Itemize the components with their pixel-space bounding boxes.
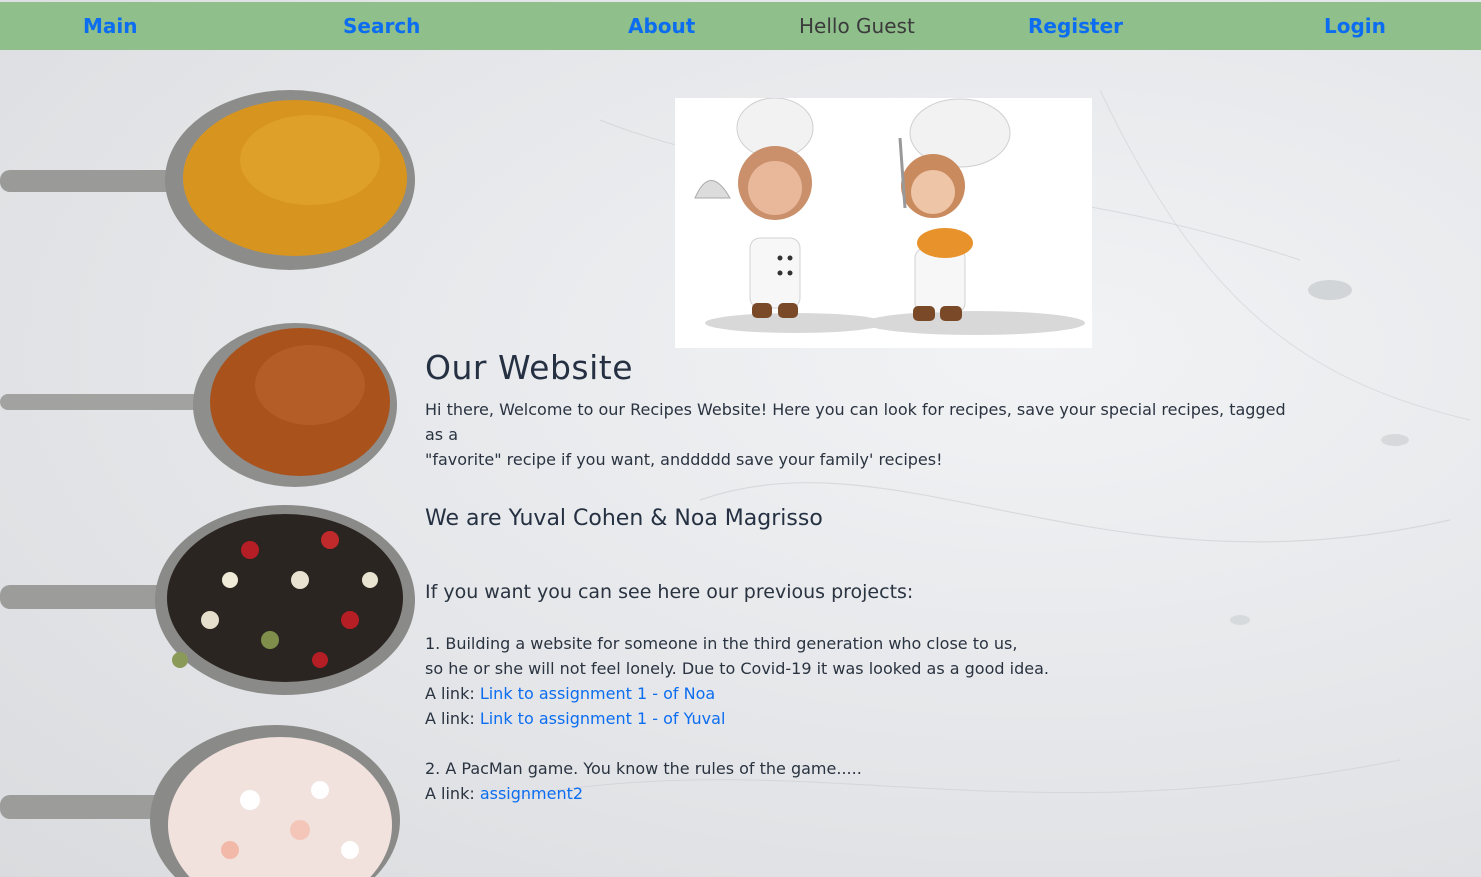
previous-projects-heading: If you want you can see here our previou… <box>425 581 914 603</box>
top-navbar: Main Search About Hello Guest Register L… <box>0 2 1481 50</box>
link-assignment2[interactable]: assignment2 <box>480 784 583 803</box>
intro-line: "favorite" recipe if you want, anddddd s… <box>425 450 943 469</box>
project1-line: so he or she will not feel lonely. Due t… <box>425 659 1049 678</box>
project2-link-row: A link: assignment2 <box>425 781 1305 806</box>
link-prefix: A link: <box>425 784 480 803</box>
projects-list: 1. Building a website for someone in the… <box>425 631 1305 806</box>
nav-main-link[interactable]: Main <box>83 14 138 38</box>
link-assignment1-noa[interactable]: Link to assignment 1 - of Noa <box>480 684 715 703</box>
chefs-image <box>675 97 1092 348</box>
intro-line: Hi there, Welcome to our Recipes Website… <box>425 400 1286 444</box>
link-prefix: A link: <box>425 709 480 728</box>
page-title: Our Website <box>425 348 633 387</box>
project1-line: 1. Building a website for someone in the… <box>425 634 1018 653</box>
project1-link-row-yuval: A link: Link to assignment 1 - of Yuval <box>425 706 1305 731</box>
project2-line: 2. A PacMan game. You know the rules of … <box>425 759 862 778</box>
chefs-illustration <box>694 97 1085 335</box>
team-heading: We are Yuval Cohen & Noa Magrisso <box>425 506 823 531</box>
greeting-text: Hello Guest <box>799 14 915 38</box>
intro-paragraph: Hi there, Welcome to our Recipes Website… <box>425 397 1305 472</box>
nav-login-link[interactable]: Login <box>1324 14 1386 38</box>
link-assignment1-yuval[interactable]: Link to assignment 1 - of Yuval <box>480 709 726 728</box>
spices-spoons-image <box>0 90 415 877</box>
nav-about-link[interactable]: About <box>628 14 695 38</box>
about-section: Our Website Hi there, Welcome to our Rec… <box>425 348 1305 806</box>
nav-search-link[interactable]: Search <box>343 14 420 38</box>
nav-register-link[interactable]: Register <box>1028 14 1123 38</box>
link-prefix: A link: <box>425 684 480 703</box>
project1-link-row-noa: A link: Link to assignment 1 - of Noa <box>425 681 1305 706</box>
